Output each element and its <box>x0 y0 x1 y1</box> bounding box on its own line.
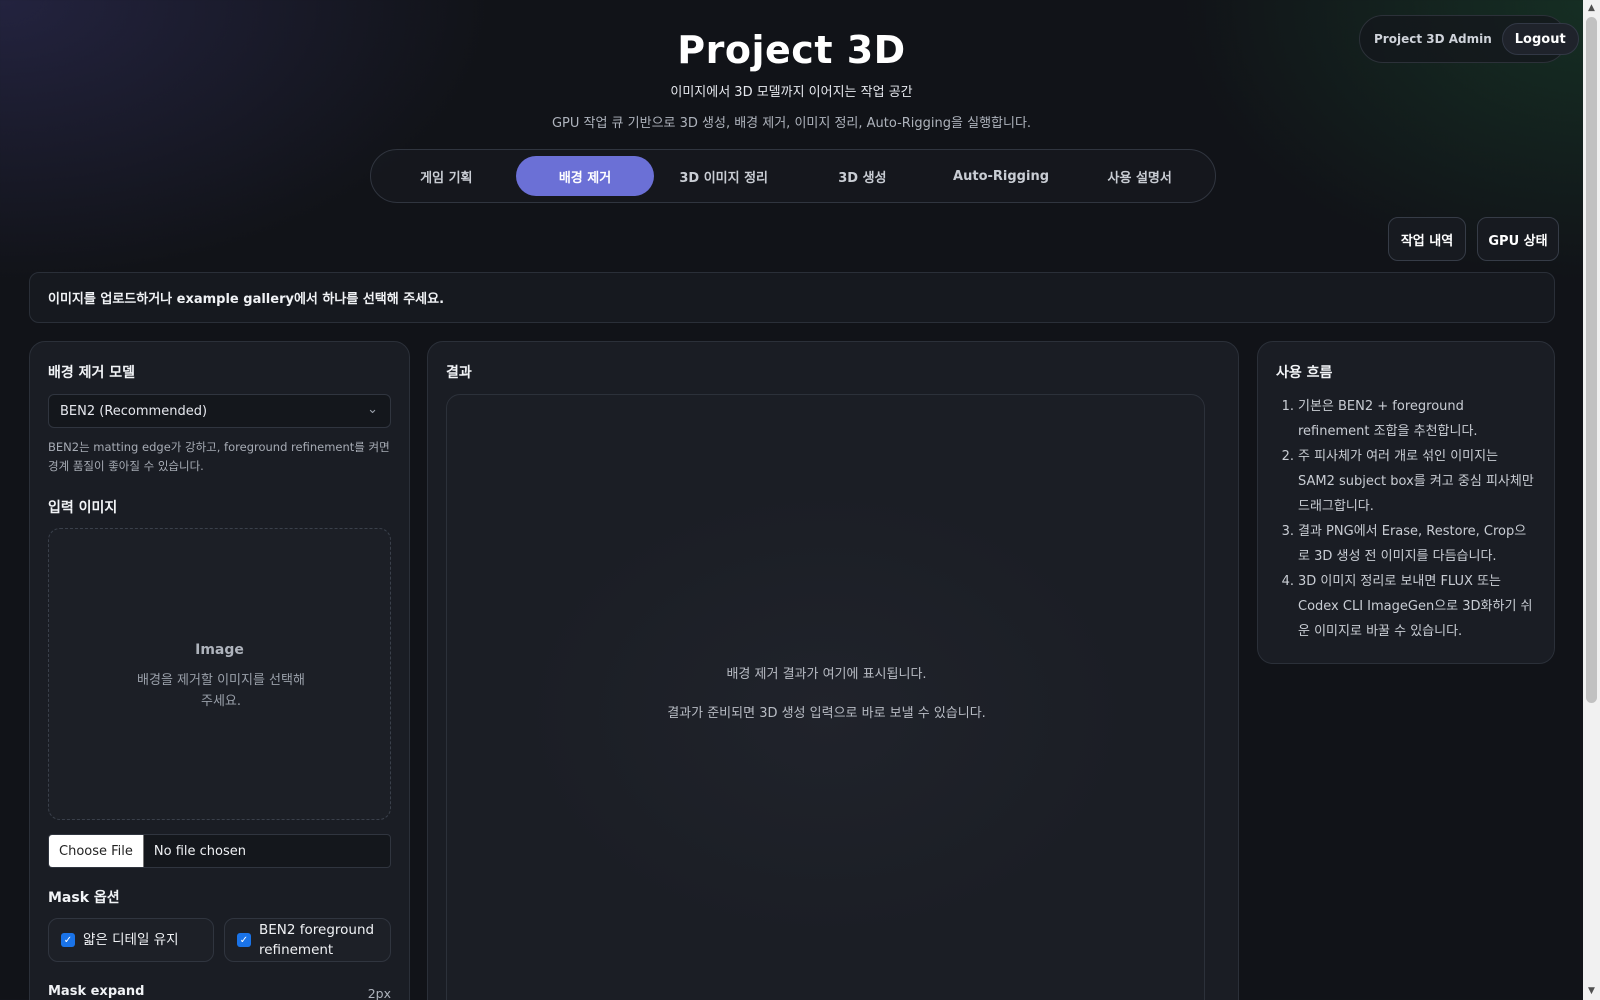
mask-section-title: Mask 옵션 <box>48 890 120 906</box>
result-placeholder-line2: 결과가 준비되면 3D 생성 입력으로 바로 보낼 수 있습니다. <box>667 706 986 721</box>
step-number: 3. <box>1281 524 1294 539</box>
result-title: 결과 <box>446 365 472 381</box>
model-hint: BEN2는 matting edge가 강하고, foreground refi… <box>48 440 390 473</box>
tab-3d-image-cleanup[interactable]: 3D 이미지 정리 <box>654 156 793 196</box>
check-icon[interactable]: ✓ <box>237 933 251 947</box>
dropzone-title: Image <box>195 642 244 658</box>
model-select[interactable]: BEN2 (Recommended) ⌄ <box>48 394 391 428</box>
chevron-down-icon: ⌄ <box>367 402 378 417</box>
app-subtitle: 이미지에서 3D 모델까지 이어지는 작업 공간 <box>670 85 913 100</box>
flow-title: 사용 흐름 <box>1276 365 1333 381</box>
app-description: GPU 작업 큐 기반으로 3D 생성, 배경 제거, 이미지 정리, Auto… <box>551 116 1032 131</box>
result-panel: 결과 배경 제거 결과가 여기에 표시됩니다. 결과가 준비되면 3D 생성 입… <box>427 341 1239 1000</box>
step-text: 주 피사체가 여러 개로 섞인 이미지는 SAM2 subject box를 켜… <box>1298 449 1534 514</box>
main-tabs: 게임 기획 배경 제거 3D 이미지 정리 3D 생성 Auto-Rigging… <box>370 149 1216 203</box>
flow-steps: 1. 기본은 BEN2 + foreground refinement 조합을 … <box>1276 394 1538 644</box>
job-history-button[interactable]: 작업 내역 <box>1388 217 1466 261</box>
tab-game-planning[interactable]: 게임 기획 <box>377 156 516 196</box>
step-text: 결과 PNG에서 Erase, Restore, Crop으로 3D 생성 전 … <box>1298 524 1527 564</box>
option-label: 얇은 디테일 유지 <box>83 932 179 948</box>
user-name: Project 3D Admin <box>1374 32 1492 46</box>
image-dropzone[interactable]: Image 배경을 제거할 이미지를 선택해 주세요. <box>48 528 391 820</box>
list-item: 2. 주 피사체가 여러 개로 섞인 이미지는 SAM2 subject box… <box>1276 444 1538 519</box>
step-number: 1. <box>1281 399 1294 414</box>
left-panel: 배경 제거 모델 BEN2 (Recommended) ⌄ BEN2는 matt… <box>29 341 410 1000</box>
logout-button[interactable]: Logout <box>1501 23 1579 55</box>
step-number: 2. <box>1281 449 1294 464</box>
scroll-down-icon[interactable]: ▼ <box>1583 983 1600 1000</box>
tab-3d-generation[interactable]: 3D 생성 <box>793 156 932 196</box>
page-scrollbar[interactable]: ▲ ▼ <box>1583 0 1600 1000</box>
option-ben2-refinement[interactable]: ✓ BEN2 foreground refinement <box>224 918 391 962</box>
step-text: 3D 이미지 정리로 보내면 FLUX 또는 Codex CLI ImageGe… <box>1298 574 1533 639</box>
step-number: 4. <box>1281 574 1294 589</box>
model-select-value: BEN2 (Recommended) <box>60 403 208 419</box>
flow-panel: 사용 흐름 1. 기본은 BEN2 + foreground refinemen… <box>1257 341 1555 664</box>
option-label: BEN2 foreground refinement <box>259 922 375 958</box>
list-item: 3. 결과 PNG에서 Erase, Restore, Crop으로 3D 생성… <box>1276 519 1538 569</box>
user-box: Project 3D Admin Logout <box>1359 15 1579 63</box>
list-item: 1. 기본은 BEN2 + foreground refinement 조합을 … <box>1276 394 1538 444</box>
dropzone-text: 배경을 제거할 이미지를 선택해 주세요. <box>137 673 305 709</box>
scrollbar-thumb[interactable] <box>1586 17 1597 703</box>
result-placeholder-line1: 배경 제거 결과가 여기에 표시됩니다. <box>726 667 927 682</box>
result-preview: 배경 제거 결과가 여기에 표시됩니다. 결과가 준비되면 3D 생성 입력으로… <box>446 394 1205 1000</box>
file-input[interactable]: Choose File No file chosen <box>48 834 391 868</box>
notice-banner: 이미지를 업로드하거나 example gallery에서 하나를 선택해 주세… <box>29 272 1555 323</box>
tab-background-removal[interactable]: 배경 제거 <box>515 156 655 196</box>
mask-expand-label: Mask expand <box>48 984 145 999</box>
app-title: Project 3D <box>677 28 906 72</box>
step-text: 기본은 BEN2 + foreground refinement 조합을 추천합… <box>1298 399 1478 439</box>
check-icon[interactable]: ✓ <box>61 933 75 947</box>
tab-auto-rigging[interactable]: Auto-Rigging <box>932 156 1071 196</box>
choose-file-button[interactable]: Choose File <box>49 835 144 867</box>
tab-user-guide[interactable]: 사용 설명서 <box>1070 156 1209 196</box>
option-keep-thin-detail[interactable]: ✓ 얇은 디테일 유지 <box>48 918 214 962</box>
gpu-status-button[interactable]: GPU 상태 <box>1477 217 1559 261</box>
model-section-title: 배경 제거 모델 <box>48 365 136 381</box>
input-section-title: 입력 이미지 <box>48 500 118 516</box>
scroll-up-icon[interactable]: ▲ <box>1583 0 1600 17</box>
mask-expand-value: 2px <box>367 986 391 1000</box>
list-item: 4. 3D 이미지 정리로 보내면 FLUX 또는 Codex CLI Imag… <box>1276 569 1538 644</box>
file-status: No file chosen <box>153 843 246 859</box>
